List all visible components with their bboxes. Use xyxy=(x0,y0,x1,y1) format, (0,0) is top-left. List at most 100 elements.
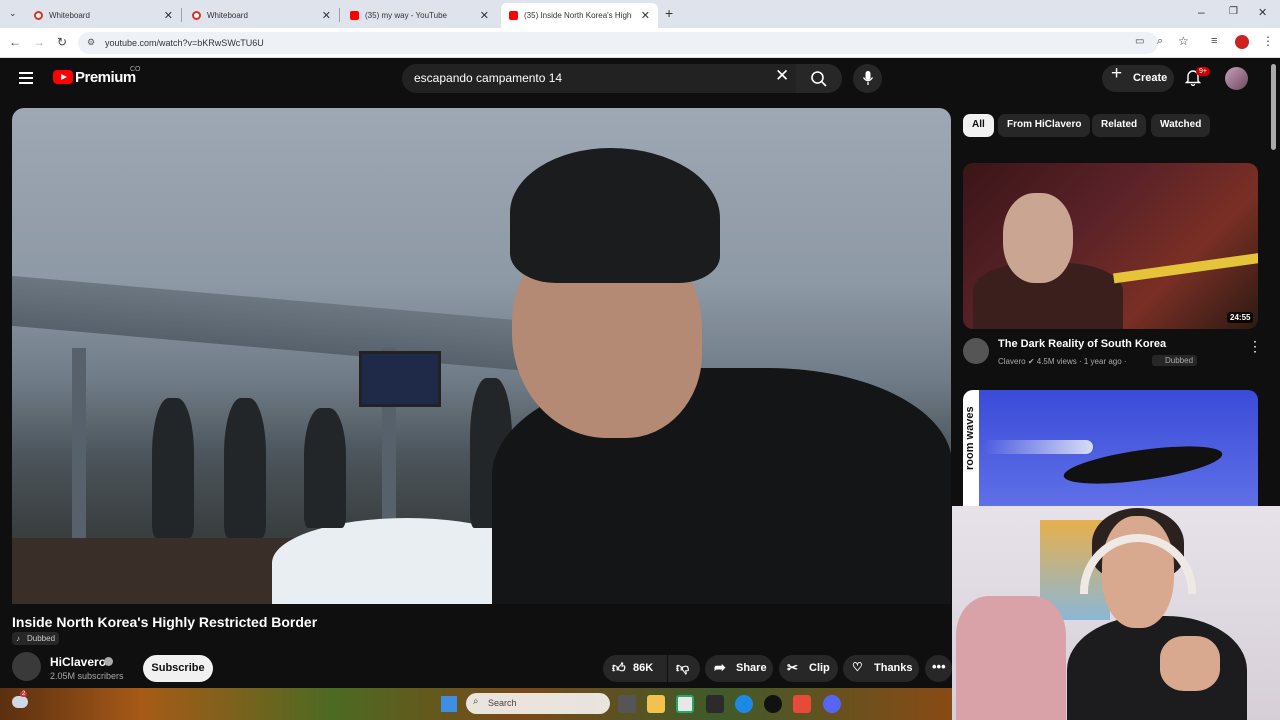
task-view-icon[interactable] xyxy=(618,695,636,713)
browser-tab-4[interactable]: (35) Inside North Korea's Highly ✕ xyxy=(501,3,658,28)
whiteboard-icon xyxy=(34,11,43,20)
restore-icon[interactable]: ❐ xyxy=(1229,6,1238,17)
search-value: escapando campamento 14 xyxy=(414,71,563,85)
youtube-logo-icon[interactable] xyxy=(53,70,73,84)
clip-button[interactable]: ✂ Clip xyxy=(779,655,838,682)
related-video-title[interactable]: The Dark Reality of South Korea xyxy=(998,338,1166,350)
webcam-decoration xyxy=(1067,616,1247,720)
thumbnail-decoration xyxy=(983,440,1093,454)
address-bar-row: ← → ↻ ⚙ youtube.com/watch?v=bKRwSWcTU6U … xyxy=(0,28,1280,58)
webcam-overlay xyxy=(952,506,1280,720)
close-tab-icon[interactable]: ✕ xyxy=(322,9,331,22)
tab-search-dropdown-icon[interactable]: ⌄ xyxy=(9,8,17,19)
reload-icon[interactable]: ↻ xyxy=(57,35,67,49)
video-title: Inside North Korea's Highly Restricted B… xyxy=(12,614,318,630)
voice-search-button[interactable] xyxy=(853,64,882,93)
related-video-thumbnail[interactable] xyxy=(963,163,1258,329)
search-input[interactable]: escapando campamento 14 xyxy=(402,64,796,93)
dubbed-badge: Dubbed xyxy=(1152,355,1198,366)
dislike-button[interactable]: 👎︎ xyxy=(668,655,700,682)
cast-icon[interactable]: ▭ xyxy=(1135,36,1144,47)
thumbnail-decoration xyxy=(1003,193,1073,283)
account-avatar[interactable] xyxy=(1225,67,1248,90)
webcam-decoration xyxy=(956,596,1066,720)
dubbed-badge: ♪ Dubbed xyxy=(12,632,60,645)
start-button-icon[interactable] xyxy=(441,696,457,712)
browser-tab-1[interactable]: Whiteboard ✕ xyxy=(26,3,182,28)
browser-tab-2[interactable]: Whiteboard ✕ xyxy=(184,3,340,28)
zoom-icon[interactable]: ⌕ xyxy=(1157,35,1163,48)
more-horizontal-icon: ••• xyxy=(932,659,946,674)
tab-title: Whiteboard xyxy=(49,11,90,20)
share-button[interactable]: ➦ Share xyxy=(705,655,773,682)
like-count: 86K xyxy=(633,662,654,674)
close-tab-icon[interactable]: ✕ xyxy=(641,9,650,22)
verified-icon xyxy=(104,657,113,666)
site-info-icon[interactable]: ⚙ xyxy=(87,37,95,48)
tab-title: (35) my way - YouTube xyxy=(365,11,447,20)
video-player[interactable] xyxy=(12,108,951,604)
related-channel-name[interactable]: Clavero xyxy=(998,357,1026,366)
browser-menu-icon[interactable]: ⋮ xyxy=(1262,34,1274,48)
channel-avatar[interactable] xyxy=(963,338,989,364)
browser-tab-bar: ⌄ Whiteboard ✕ Whiteboard ✕ (35) my way … xyxy=(0,0,1280,28)
thanks-button[interactable]: ♡ Thanks xyxy=(843,655,919,682)
minimize-icon[interactable]: – xyxy=(1198,5,1205,19)
share-label: Share xyxy=(736,662,767,674)
verified-icon: ✔ xyxy=(1027,357,1035,366)
subscribe-button[interactable]: Subscribe xyxy=(143,655,213,682)
chip-from-channel[interactable]: From HiClavero xyxy=(998,114,1091,137)
chrome-icon[interactable] xyxy=(676,695,694,713)
video-duration: 24:55 xyxy=(1227,312,1254,323)
channel-name[interactable]: HiClavero xyxy=(50,655,106,669)
like-button[interactable]: 👍︎ 86K xyxy=(603,655,667,682)
weather-icon[interactable] xyxy=(12,696,28,708)
tab-title: Whiteboard xyxy=(207,11,248,20)
file-explorer-icon[interactable] xyxy=(647,695,665,713)
taskbar-search-input[interactable]: ⌕ Search xyxy=(466,693,610,714)
youtube-icon xyxy=(509,11,518,20)
more-actions-button[interactable]: ••• xyxy=(925,655,952,682)
subscribe-label: Subscribe xyxy=(151,662,205,674)
chip-watched[interactable]: Watched xyxy=(1151,114,1211,137)
chip-related[interactable]: Related xyxy=(1092,114,1147,137)
app-icon[interactable] xyxy=(793,695,811,713)
related-video-thumbnail[interactable]: room waves xyxy=(963,390,1258,507)
url-field[interactable]: ⚙ youtube.com/watch?v=bKRwSWcTU6U xyxy=(78,32,1158,54)
menu-icon[interactable] xyxy=(19,72,33,84)
app-icon[interactable] xyxy=(764,695,782,713)
clear-search-icon[interactable]: ✕ xyxy=(775,66,789,86)
page-scrollbar[interactable] xyxy=(1271,64,1276,150)
media-control-icon[interactable]: ≡ xyxy=(1211,35,1217,47)
create-label: Create xyxy=(1133,72,1168,84)
discord-icon[interactable] xyxy=(823,695,841,713)
video-frame-decoration xyxy=(359,351,441,407)
profile-avatar[interactable] xyxy=(1235,35,1249,49)
browser-tab-3[interactable]: (35) my way - YouTube ✕ xyxy=(342,3,497,28)
search-button[interactable] xyxy=(796,64,842,93)
brand-text[interactable]: Premium xyxy=(75,69,136,86)
dubbed-icon: ♪ xyxy=(16,634,20,643)
video-frame-decoration xyxy=(304,408,346,528)
subscriber-count: 2.05M subscribers xyxy=(50,671,124,681)
new-tab-icon[interactable]: + xyxy=(665,5,673,21)
chip-all[interactable]: All xyxy=(963,114,994,137)
edge-icon[interactable] xyxy=(735,695,753,713)
bookmark-star-icon[interactable]: ☆ xyxy=(1178,34,1189,48)
more-vertical-icon[interactable]: ⋮ xyxy=(1248,338,1262,355)
notification-badge: 9+ xyxy=(1196,67,1210,76)
app-icon[interactable] xyxy=(706,695,724,713)
related-age: 1 year ago xyxy=(1083,357,1122,366)
video-frame-decoration xyxy=(510,148,720,283)
youtube-icon xyxy=(350,11,359,20)
close-tab-icon[interactable]: ✕ xyxy=(164,9,173,22)
thanks-label: Thanks xyxy=(874,662,913,674)
close-tab-icon[interactable]: ✕ xyxy=(480,9,489,22)
close-window-icon[interactable]: ✕ xyxy=(1258,6,1267,19)
channel-avatar[interactable] xyxy=(12,652,41,681)
forward-icon[interactable]: → xyxy=(33,35,45,49)
dubbed-label: Dubbed xyxy=(1165,356,1194,365)
webcam-decoration xyxy=(1160,636,1220,691)
back-icon[interactable]: ← xyxy=(9,35,21,49)
dubbed-label: Dubbed xyxy=(27,634,56,643)
